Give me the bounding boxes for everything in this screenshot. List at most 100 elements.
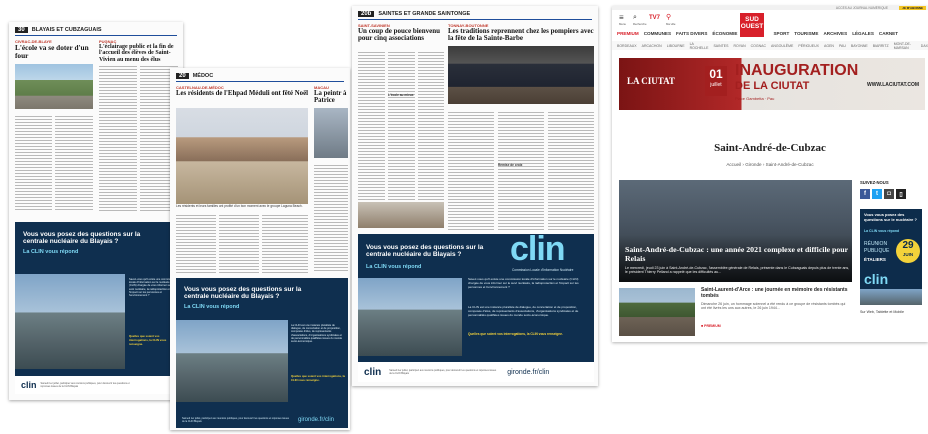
nav-item-communes[interactable]: COMMUNES — [644, 31, 671, 36]
associations-photo — [358, 202, 444, 228]
ad-call: Quelles que soient vos interrogations, l… — [129, 334, 167, 346]
subnav-item[interactable]: MONT-DE-MARSAN — [894, 42, 916, 50]
subnav-item[interactable]: BIARRITZ — [873, 44, 889, 48]
menu-icon: ≡ — [619, 13, 624, 22]
page-number: 20b — [358, 11, 375, 17]
search-button[interactable]: ⌕ Recherche — [633, 14, 647, 26]
newspaper-page-saintes: 20b SAINTES ET GRANDE SAINTONGE SAINT-SA… — [352, 6, 598, 386]
headline-left: Un coup de pouce bienvenu pour cinq asso… — [358, 27, 441, 43]
article-text — [176, 213, 216, 273]
second-article[interactable]: Saint-Laurent-d'Arce : une journée en mé… — [619, 287, 852, 342]
topbar-link[interactable]: ACCÈS AU JOURNAL NUMÉRIQUE — [836, 6, 888, 10]
subnav-item[interactable]: BAYONNE — [851, 44, 868, 48]
banner-info: Place Gambetta · Pau — [735, 96, 775, 101]
banner-url[interactable]: WWW.LACIUTAT.COM — [867, 82, 919, 88]
subhead: Remise de croix — [498, 163, 523, 167]
subhead: L'école au mieux — [388, 93, 414, 97]
header-rule — [15, 35, 177, 36]
ad-footer-note: Samedi 1er juillet, participez aux réuni… — [389, 369, 497, 375]
header-rule — [176, 81, 344, 82]
ad-footer: Samedi 1er juillet, participez aux réuni… — [176, 412, 348, 428]
banner-day: 01 — [709, 67, 723, 81]
inauguration-banner-ad[interactable]: LA CIUTAT 01 juillet INAUGURATION DE LA … — [619, 58, 925, 110]
subnav-item[interactable]: COGNAC — [751, 44, 766, 48]
instagram-icon[interactable]: ◘ — [884, 189, 894, 199]
subnav-item[interactable]: PÉRIGUEUX — [798, 44, 819, 48]
subnav-item[interactable]: DAX — [921, 44, 928, 48]
subnav-item[interactable]: LA ROCHELLE — [690, 42, 709, 50]
hero-article[interactable]: Saint-André-de-Cubzac : une année 2021 c… — [619, 180, 852, 282]
nav-item-tourisme[interactable]: TOURISME — [794, 31, 818, 36]
power-plant-photo — [358, 278, 462, 356]
ad-url[interactable]: gironde.fr/clin — [507, 369, 549, 376]
subnav-item[interactable]: BORDEAUX — [617, 44, 637, 48]
clin-logo: clin — [21, 380, 37, 390]
ehpad-event-photo — [176, 108, 308, 204]
banner-date-box: 01 juillet — [705, 66, 727, 96]
nav-item-economie[interactable]: ÉCONOMIE — [712, 31, 737, 36]
section-title: MÉDOC — [192, 73, 214, 79]
facebook-icon[interactable]: f — [860, 189, 870, 199]
clin-advertisement: Vous vous posez des questions sur la cen… — [358, 234, 594, 382]
page-number: 20 — [176, 73, 189, 79]
power-plant-photo — [15, 274, 125, 369]
article-text — [99, 64, 137, 212]
ad-question: Vous vous posez des questions sur la cen… — [23, 231, 141, 246]
subnav-item[interactable]: SAINTES — [713, 44, 728, 48]
second-article-title[interactable]: Saint-Laurent-d'Arce : une journée en mé… — [701, 287, 851, 300]
article-text — [498, 110, 544, 230]
nav-item-sport[interactable]: SPORT — [773, 31, 789, 36]
premium-icon: ■ — [701, 324, 704, 328]
article-text — [15, 114, 52, 212]
page-number: 30 — [15, 27, 28, 33]
ad-question: Vous vous posez des questions sur la cen… — [184, 286, 302, 301]
sidebar-bottom-link[interactable]: Sur Web, Tablette et Mobile — [860, 310, 922, 314]
nav-item-carnet[interactable]: CARNET — [879, 31, 898, 36]
follow-heading: SUIVEZ-NOUS — [860, 180, 889, 185]
section-title: BLAYAIS ET CUBZAGUAIS — [31, 27, 102, 33]
article-text — [55, 114, 93, 212]
breadcrumb-item[interactable]: Accueil — [726, 162, 741, 167]
banner-title: INAUGURATION — [735, 62, 859, 79]
hero-title[interactable]: Saint-André-de-Cubzac : une année 2021 c… — [625, 245, 850, 263]
ad-question: Vous vous posez des questions sur la cen… — [366, 244, 484, 259]
article-text — [262, 213, 308, 273]
city-button[interactable]: ⚲ Ma ville — [666, 14, 680, 26]
nav-item-faits-divers[interactable]: FAITS DIVERS — [676, 31, 707, 36]
subnav-item[interactable]: ANGOULÊME — [771, 44, 793, 48]
ad-answer: La CLIN vous répond — [184, 304, 240, 310]
subnav-item[interactable]: LIBOURNE — [667, 44, 685, 48]
clin-advertisement: Vous vous posez des questions sur la cen… — [15, 222, 177, 394]
side-ad-photo — [860, 289, 922, 305]
section-title: SAINTES ET GRANDE SAINTONGE — [378, 11, 471, 17]
twitter-icon[interactable]: t — [872, 189, 882, 199]
article-text — [219, 213, 259, 273]
newspaper-page-blayais: 30 BLAYAIS ET CUBZAGUAIS CIVRAC-DE-BLAYE… — [9, 22, 183, 400]
clin-side-advertisement[interactable]: Vous vous posez des questions sur le nuc… — [860, 209, 922, 305]
clin-logo: clin — [510, 234, 566, 268]
premium-label: PREMIUM — [704, 324, 721, 328]
nav-item-premium[interactable]: PREMIUM — [617, 31, 639, 36]
breadcrumb-item: Saint-André-de-Cubzac — [765, 162, 814, 167]
firefighters-photo — [448, 46, 594, 104]
nav-item-archives[interactable]: ARCHIVES — [823, 31, 847, 36]
breadcrumb-item[interactable]: Gironde — [745, 162, 761, 167]
subnav-item[interactable]: ARCACHON — [642, 44, 662, 48]
snapchat-icon[interactable]: ▯ — [896, 189, 906, 199]
subscribe-button[interactable]: JE M'ABONNE — [899, 6, 926, 10]
ad-url[interactable]: gironde.fr/clin — [298, 417, 334, 423]
subnav-item[interactable]: ROYAN — [733, 44, 745, 48]
nav-item-legales[interactable]: LÉGALES — [852, 31, 874, 36]
headline-right: La peintr à Patrice — [314, 90, 347, 105]
article-text — [388, 50, 415, 200]
subnav-item[interactable]: AGEN — [824, 44, 834, 48]
tv-button[interactable]: TV7 — [649, 14, 663, 22]
main-nav: PREMIUM COMMUNES FAITS DIVERS ÉCONOMIE S… — [612, 26, 928, 40]
menu-button[interactable]: ≡ Menu — [619, 13, 629, 27]
page-header: 30 BLAYAIS ET CUBZAGUAIS — [15, 26, 177, 34]
ad-call: Quelles que soient vos interrogations, l… — [468, 332, 563, 336]
ad-call: Quelles que soient vos interrogations, l… — [291, 374, 345, 382]
subnav-item[interactable]: PAU — [839, 44, 846, 48]
side-ad-meeting1: RÉUNION — [864, 241, 888, 247]
painter-photo — [314, 108, 348, 158]
